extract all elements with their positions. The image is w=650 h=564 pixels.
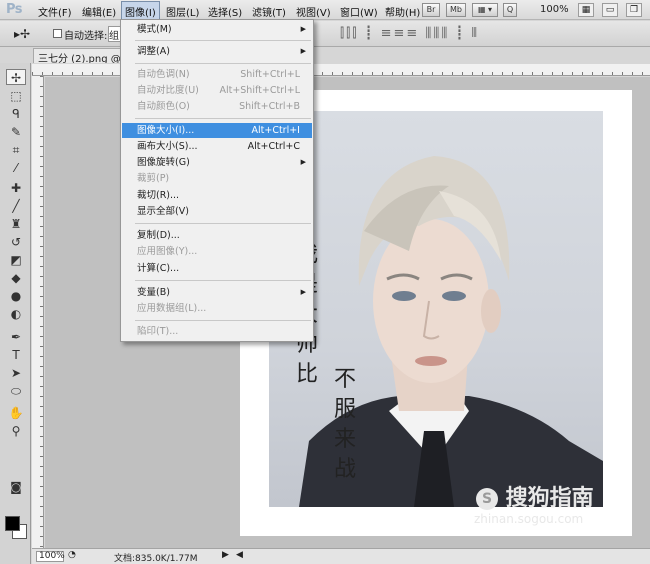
crop-tool-icon[interactable]: ⌗ <box>6 142 26 158</box>
submenu-arrow-icon: ▶ <box>300 288 306 296</box>
watermark-logo-icon: S <box>476 488 498 510</box>
screen-mode-icon[interactable]: ▭ <box>602 3 618 17</box>
menu-bar: Ps 文件(F) 编辑(E) 图像(I) 图层(L) 选择(S) 滤镜(T) 视… <box>0 0 650 22</box>
menu-select[interactable]: 选择(S) <box>208 4 242 19</box>
zoom-tool-icon[interactable]: ⚲ <box>6 423 26 439</box>
window-restore-icon[interactable]: ❐ <box>626 3 642 17</box>
hand-tool-icon[interactable]: ✋ <box>6 405 26 421</box>
shape-tool-icon[interactable]: ⬭ <box>6 383 26 399</box>
vertical-text-right: 不服来战 <box>333 367 356 482</box>
menu-item-duplicate[interactable]: 复制(D)... <box>122 228 312 243</box>
menu-item-auto-contrast[interactable]: 自动对比度(U) Alt+Shift+Ctrl+L <box>122 83 312 98</box>
history-brush-icon[interactable]: ↺ <box>6 234 26 250</box>
submenu-arrow-icon: ▶ <box>300 158 306 166</box>
menu-item-calculations[interactable]: 计算(C)... <box>122 261 312 276</box>
menu-item-apply-image[interactable]: 应用图像(Y)... <box>122 244 312 259</box>
image-menu-dropdown: 模式(M) ▶ 调整(A) ▶ 自动色调(N) Shift+Ctrl+L 自动对比度(… <box>120 19 314 342</box>
marquee-tool-icon[interactable]: ⬚ <box>6 88 26 104</box>
menu-edit[interactable]: 编辑(E) <box>82 4 116 19</box>
menu-item-apply-data-set[interactable]: 应用数据组(L)... <box>122 301 312 316</box>
submenu-arrow-icon: ▶ <box>300 25 306 33</box>
menu-filter[interactable]: 滤镜(T) <box>252 4 286 19</box>
menu-item-mode[interactable]: 模式(M) ▶ <box>122 22 312 37</box>
pen-tool-icon[interactable]: ✒ <box>6 329 26 345</box>
scroll-left-arrow-icon[interactable]: ◀ <box>236 550 243 560</box>
foreground-color-swatch[interactable] <box>5 516 20 531</box>
menu-item-auto-tone[interactable]: 自动色调(N) Shift+Ctrl+L <box>122 67 312 82</box>
status-menu-arrow-icon[interactable]: ▶ <box>222 550 229 560</box>
status-doc-info: 文档:835.0K/1.77M <box>114 554 198 564</box>
clone-stamp-icon[interactable]: ♜ <box>6 216 26 232</box>
dodge-tool-icon[interactable]: ◐ <box>6 306 26 322</box>
status-zoom-field[interactable]: 100% <box>36 551 65 562</box>
menu-item-variables[interactable]: 变量(B) ▶ <box>122 285 312 300</box>
menu-item-image-size[interactable]: 图像大小(I)... Alt+Ctrl+I <box>122 123 312 138</box>
menu-item-reveal-all[interactable]: 显示全部(V) <box>122 204 312 219</box>
menu-help[interactable]: 帮助(H) <box>385 4 420 19</box>
healing-brush-icon[interactable]: ✚ <box>6 180 26 196</box>
menu-item-trim[interactable]: 裁切(R)... <box>122 188 312 203</box>
auto-select-checkbox[interactable] <box>53 29 62 38</box>
align-distribute-icons[interactable]: ⫿⫿⫿ ┋ ≡≡≡ ⫼⫼⫼ ┋ ⦀ <box>340 26 479 41</box>
arrange-documents-icon[interactable]: ▦ <box>578 3 594 17</box>
photoshop-logo: Ps <box>6 2 23 17</box>
menu-item-image-rotation[interactable]: 图像旋转(G) ▶ <box>122 155 312 170</box>
options-bar: ▸✢ 自动选择: 组 ⫿⫿⫿ ┋ ≡≡≡ ⫼⫼⫼ ┋ ⦀ <box>0 21 650 47</box>
menu-item-trap[interactable]: 陷印(T)... <box>122 324 312 339</box>
menu-item-adjust[interactable]: 调整(A) ▶ <box>122 44 312 59</box>
status-options-icon[interactable]: ◔ <box>68 550 76 560</box>
vertical-ruler <box>32 76 44 548</box>
submenu-arrow-icon: ▶ <box>300 47 306 55</box>
lasso-tool-icon[interactable]: ᑫ <box>6 106 26 122</box>
menu-view[interactable]: 视图(V) <box>296 4 331 19</box>
auto-select-label: 自动选择: <box>64 31 108 42</box>
quick-mask-icon[interactable]: ◙ <box>6 479 26 495</box>
menu-window[interactable]: 窗口(W) <box>340 4 378 19</box>
bridge-button[interactable]: Br <box>422 3 440 17</box>
menu-layer[interactable]: 图层(L) <box>166 4 199 19</box>
menu-item-canvas-size[interactable]: 画布大小(S)... Alt+Ctrl+C <box>122 139 312 154</box>
hand-zoom-button[interactable]: Q <box>503 3 517 17</box>
blur-tool-icon[interactable]: ● <box>6 288 26 304</box>
paint-bucket-icon[interactable]: ◆ <box>6 270 26 286</box>
watermark-url: zhinan.sogou.com <box>474 512 584 526</box>
type-tool-icon[interactable]: T <box>6 347 26 363</box>
watermark-brand-text: 搜狗指南 <box>505 486 594 511</box>
document-tab[interactable]: 三七分 (2).png @ 1 <box>33 48 125 63</box>
menu-item-crop[interactable]: 裁剪(P) <box>122 171 312 186</box>
path-select-icon[interactable]: ➤ <box>6 365 26 381</box>
menu-file[interactable]: 文件(F) <box>38 4 72 19</box>
move-tool-preset-icon[interactable]: ▸✢ <box>14 27 30 41</box>
quick-select-tool-icon[interactable]: ✎ <box>6 124 26 140</box>
eyedropper-tool-icon[interactable]: ⁄ <box>6 160 26 176</box>
mini-bridge-button[interactable]: Mb <box>446 3 466 17</box>
watermark-brand: S 搜狗指南 <box>476 480 594 512</box>
tools-panel: ✢ ⬚ ᑫ ✎ ⌗ ⁄ ✚ ╱ ♜ ↺ ◩ ◆ ● ◐ ✒ T ➤ ⬭ ✋ ⚲ … <box>0 63 31 564</box>
view-extras-button[interactable]: ▦ ▾ <box>472 3 498 17</box>
move-tool-icon[interactable]: ✢ <box>6 69 26 85</box>
zoom-level[interactable]: 100% <box>540 4 569 15</box>
status-bar: 100% ◔ 文档:835.0K/1.77M ▶ ◀ <box>32 548 650 564</box>
brush-tool-icon[interactable]: ╱ <box>6 198 26 214</box>
eraser-tool-icon[interactable]: ◩ <box>6 252 26 268</box>
menu-item-auto-color[interactable]: 自动颜色(O) Shift+Ctrl+B <box>122 99 312 114</box>
